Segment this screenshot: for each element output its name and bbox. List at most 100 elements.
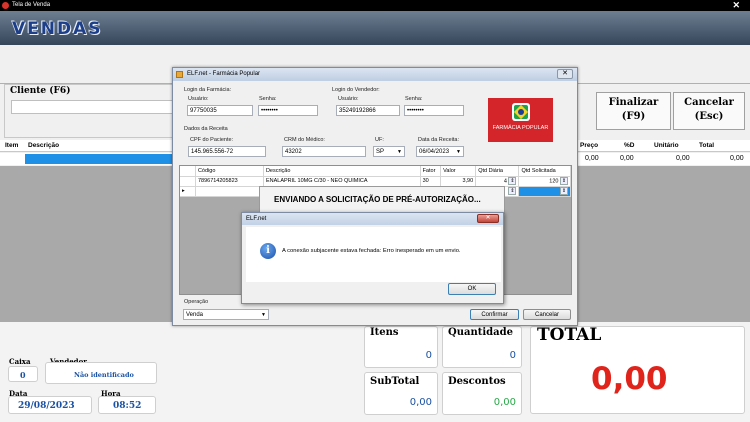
grid-rowhead <box>180 166 196 177</box>
cell-total: 0,00 <box>730 155 744 162</box>
login-vendedor-label: Login do Vendedor: <box>332 87 380 93</box>
col-descricao: Descrição <box>28 142 60 149</box>
row-selection <box>25 154 175 164</box>
col-item: Item <box>5 142 19 149</box>
cell-unitario: 0,00 <box>676 155 690 162</box>
grid-cell-valor: 3,90 <box>440 176 477 187</box>
operacao-select[interactable]: Venda ▼ <box>183 309 269 320</box>
data-box: 29/08/2023 <box>8 396 92 414</box>
spinner-icon[interactable]: ⇕ <box>560 177 568 185</box>
cliente-label: Cliente (F6) <box>10 86 71 96</box>
cell-preco: 0,00 <box>585 155 599 162</box>
total-label: TOTAL <box>537 325 602 345</box>
hora-value: 08:52 <box>113 401 142 411</box>
uf-value: SP <box>376 149 385 155</box>
quantidade-value: 0 <box>509 350 516 361</box>
data-value: 29/08/2023 <box>18 401 75 411</box>
dialog-titlebar: ELF.net - Farmácia Popular ✕ <box>173 68 577 81</box>
dialog-app-icon <box>176 71 183 78</box>
spinner-icon[interactable]: ⇕ <box>508 187 517 195</box>
usuario-vend-label: Usuário: <box>338 96 359 102</box>
itens-value: 0 <box>425 350 432 361</box>
senha-vend-label: Senha: <box>405 96 423 102</box>
data-receita-value: 06/04/2023 <box>419 149 450 155</box>
hora-box: 08:52 <box>98 396 156 414</box>
subtotal-label: SubTotal <box>370 376 420 387</box>
grid-col-codigo: Código <box>195 166 264 177</box>
brand-banner: VENDAS <box>0 11 750 45</box>
itens-panel: Itens 0 <box>364 326 438 368</box>
subtotal-panel: SubTotal 0,00 <box>364 372 438 415</box>
senha-farm-label: Senha: <box>259 96 277 102</box>
usuario-vendedor-input[interactable]: 35249192866 <box>336 105 400 116</box>
grid-cell-qtd-solicitada[interactable]: 120 ⇕ <box>518 176 571 187</box>
cpf-input[interactable]: 145.965.556-72 <box>188 146 266 157</box>
error-body: i A conexão subjacente estava fechada: E… <box>246 227 501 282</box>
calendar-dropdown-icon: ▼ <box>456 149 461 155</box>
uf-select[interactable]: SP ▼ <box>373 146 405 157</box>
cell-desconto: 0,00 <box>620 155 634 162</box>
grid-col-fator: Fator <box>420 166 442 177</box>
app-icon <box>2 2 9 9</box>
uf-label: UF: <box>375 137 384 143</box>
vendedor-value: Não identificado <box>74 371 134 379</box>
caixa-value: 0 <box>20 370 26 380</box>
grid-col-valor: Valor <box>440 166 477 177</box>
confirmar-button[interactable]: Confirmar <box>470 309 519 320</box>
senha-farmacia-input[interactable]: •••••••• <box>258 105 318 116</box>
window-titlebar: Tela de Venda ✕ <box>0 0 750 11</box>
spinner-icon[interactable]: ⇕ <box>560 187 568 195</box>
quantidade-panel: Quantidade 0 <box>442 326 522 368</box>
itens-label: Itens <box>370 327 399 338</box>
finalizar-button[interactable]: Finalizar (F9) <box>596 92 671 130</box>
grid-cell-codigo: 7896714205823 <box>195 176 264 187</box>
operacao-value: Venda <box>186 312 204 318</box>
logo-text: FARMÁCIA POPULAR <box>492 125 549 131</box>
chevron-down-icon: ▼ <box>261 312 266 318</box>
caixa-label: Caixa <box>9 357 31 366</box>
data-receita-label: Data da Receita: <box>418 137 459 143</box>
usuario-farmacia-input[interactable]: 97750035 <box>187 105 253 116</box>
cliente-input[interactable] <box>11 100 175 114</box>
grid-qtd-diaria-value: 4 <box>503 178 507 185</box>
col-unitario: Unitário <box>654 142 679 149</box>
cancelar-button[interactable]: Cancelar (Esc) <box>673 92 745 130</box>
grid-qtd-solicitada-value: 120 <box>549 178 559 185</box>
total-panel: TOTAL 0,00 <box>530 325 745 414</box>
grid-cell-fator: 30 <box>420 176 442 187</box>
cpf-label: CPF do Paciente: <box>190 137 234 143</box>
col-total: Total <box>699 142 715 149</box>
error-close-button[interactable]: ✕ <box>477 214 499 223</box>
info-icon: i <box>260 243 276 259</box>
grid-row-indicator: ▸ <box>180 186 196 197</box>
grid-col-qtd-diaria: Qtd Diária <box>475 166 520 177</box>
logo-emblem <box>512 103 530 121</box>
total-value: 0,00 <box>591 361 668 397</box>
grid-col-descricao: Descrição <box>263 166 421 177</box>
chevron-down-icon: ▼ <box>397 149 402 155</box>
table-row[interactable]: 7896714205823 ENALAPRIL 10MG C/30 - NEO … <box>180 176 571 187</box>
brand-logo: VENDAS <box>12 19 103 39</box>
sending-message: ENVIANDO A SOLICITAÇÃO DE PRÉ-AUTORIZAÇÃ… <box>274 195 481 204</box>
window-close-button[interactable]: ✕ <box>732 0 740 11</box>
cliente-group: Cliente (F6) <box>4 84 175 138</box>
dialog-close-button[interactable]: ✕ <box>557 69 573 79</box>
farmacia-popular-logo: FARMÁCIA POPULAR <box>488 98 553 142</box>
grid-cell-descricao: ENALAPRIL 10MG C/30 - NEO QUIMICA <box>263 176 421 187</box>
usuario-farm-label: Usuário: <box>188 96 209 102</box>
grid-header-row: Código Descrição Fator Valor Qtd Diária … <box>180 166 571 177</box>
data-receita-input[interactable]: 06/04/2023 ▼ <box>416 146 464 157</box>
crm-input[interactable]: 43202 <box>282 146 366 157</box>
operacao-label: Operação <box>184 299 209 305</box>
cancelar-key: (Esc) <box>694 111 724 122</box>
crm-label: CRM do Médico: <box>284 137 325 143</box>
grid-cell-qtd-diaria[interactable]: 4 ⇕ <box>475 176 520 187</box>
spinner-icon[interactable]: ⇕ <box>508 177 517 185</box>
col-desconto: %D <box>624 142 635 149</box>
cancelar-label: Cancelar <box>684 97 734 108</box>
error-message: A conexão subjacente estava fechada: Err… <box>282 248 461 254</box>
dialog-cancelar-button[interactable]: Cancelar <box>523 309 571 320</box>
ok-button[interactable]: OK <box>448 283 496 295</box>
senha-vendedor-input[interactable]: •••••••• <box>404 105 464 116</box>
grid-new-qtd-cell[interactable]: ⇕ <box>518 186 571 197</box>
